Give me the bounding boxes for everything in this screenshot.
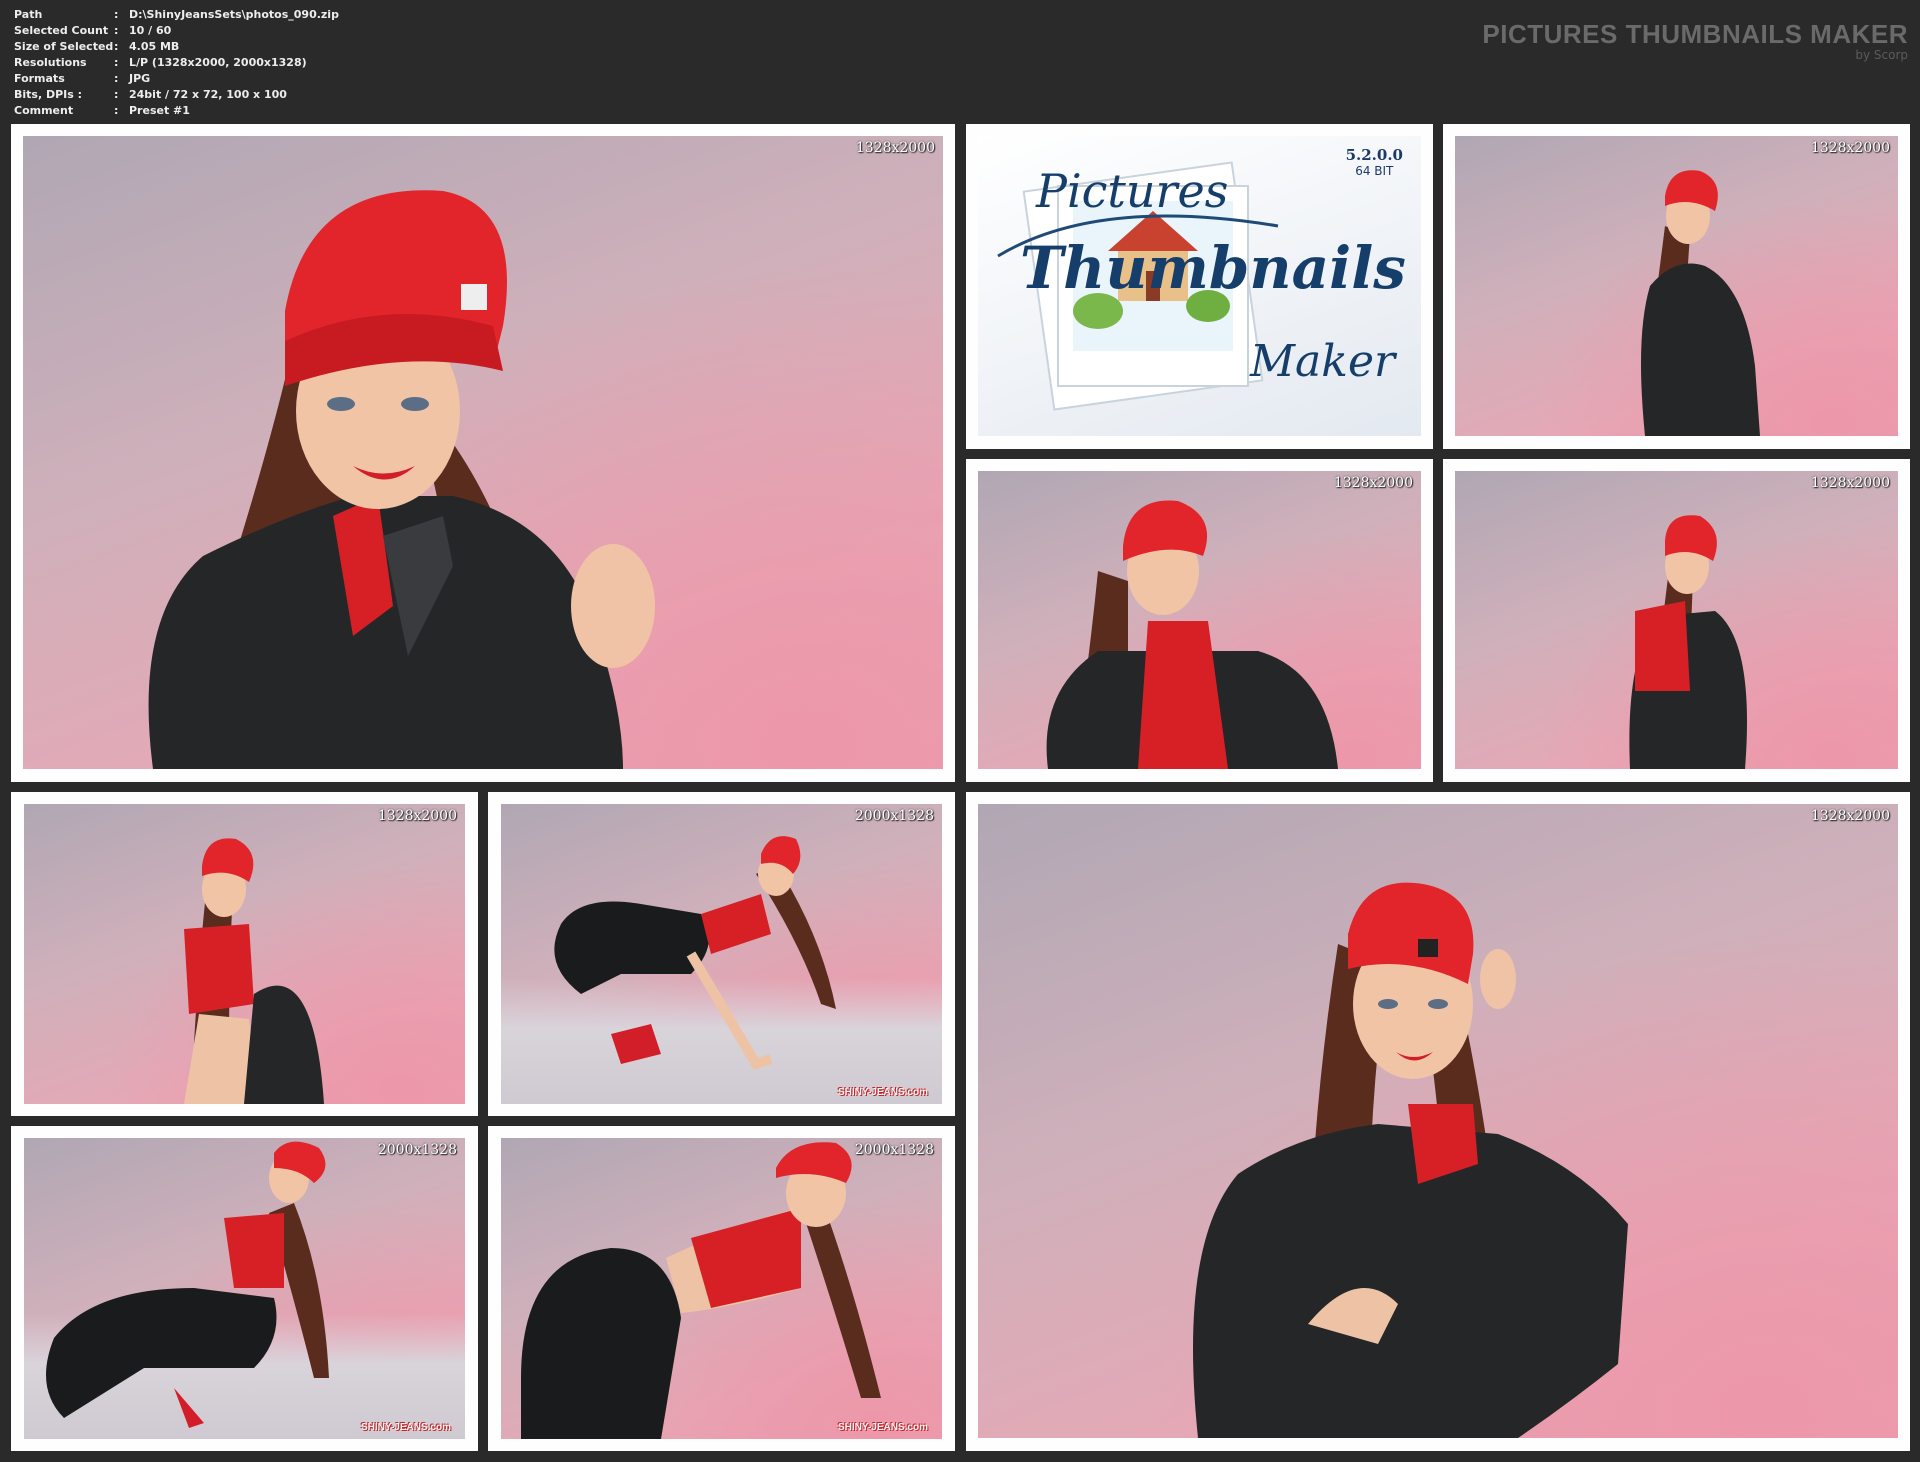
resolution-label: 1328x2000 xyxy=(855,140,935,156)
thumbnail-image: 1328x2000 xyxy=(23,136,943,769)
model-photo xyxy=(1046,500,1338,769)
info-row-selected-count: Selected Count : 10 / 60 xyxy=(14,23,339,39)
resolution-label: 2000x1328 xyxy=(377,1142,457,1158)
info-separator: : xyxy=(114,56,119,69)
thumbnail-image: 1328x2000 xyxy=(978,471,1421,769)
thumbnail-7[interactable]: 2000x1328 SHINY-JEANS.com xyxy=(11,1126,478,1451)
thumbnail-4[interactable]: 1328x2000 xyxy=(1443,459,1910,782)
model-photo xyxy=(184,838,324,1104)
thumbnail-5[interactable]: 1328x2000 xyxy=(11,792,478,1116)
resolution-label: 1328x2000 xyxy=(1333,475,1413,491)
info-separator: : xyxy=(114,24,119,37)
info-label: Bits, DPIs : xyxy=(14,88,83,101)
model-photo xyxy=(521,1142,881,1439)
info-row-size: Size of Selected : 4.05 MB xyxy=(14,39,339,55)
thumbnail-image: 1328x2000 xyxy=(1455,471,1898,769)
thumbnail-image: 1328x2000 xyxy=(24,804,465,1104)
logo-word-pictures: Pictures xyxy=(1036,164,1229,218)
model-photo xyxy=(1629,515,1747,769)
header-bar: Path : D:\ShinyJeansSets\photos_090.zip … xyxy=(0,0,1920,122)
resolution-label: 1328x2000 xyxy=(1810,475,1890,491)
model-photo xyxy=(1641,170,1760,436)
info-row-bits-dpis: Bits, DPIs : : 24bit / 72 x 72, 100 x 10… xyxy=(14,87,339,103)
info-separator: : xyxy=(114,104,119,117)
info-value: D:\ShinyJeansSets\photos_090.zip xyxy=(129,8,339,21)
thumbnail-2[interactable]: 1328x2000 xyxy=(1443,124,1910,449)
info-label: Formats xyxy=(14,72,65,85)
info-label: Resolutions xyxy=(14,56,87,69)
resolution-label: 1328x2000 xyxy=(377,808,457,824)
info-separator: : xyxy=(114,8,119,21)
model-photo xyxy=(46,1141,329,1428)
info-separator: : xyxy=(114,88,119,101)
info-separator: : xyxy=(114,72,119,85)
thumbnail-8[interactable]: 2000x1328 SHINY-JEANS.com xyxy=(488,1126,955,1451)
thumbnail-image: 1328x2000 xyxy=(978,804,1898,1438)
info-row-formats: Formats : JPG xyxy=(14,71,339,87)
thumbnail-3[interactable]: 1328x2000 xyxy=(966,459,1433,782)
model-photo xyxy=(554,836,836,1071)
info-label: Size of Selected xyxy=(14,40,114,53)
info-value: 10 / 60 xyxy=(129,24,172,37)
model-photo xyxy=(1193,882,1628,1438)
info-value: 24bit / 72 x 72, 100 x 100 xyxy=(129,88,287,101)
app-logo: Pictures Thumbnails Maker 5.2.0.0 64 BIT xyxy=(978,136,1421,436)
thumbnail-6[interactable]: 2000x1328 SHINY-JEANS.com xyxy=(488,792,955,1116)
info-separator: : xyxy=(114,40,119,53)
thumbnail-image: 2000x1328 SHINY-JEANS.com xyxy=(501,1138,942,1439)
watermark: SHINY-JEANS.com xyxy=(837,1087,928,1098)
info-label: Path xyxy=(14,8,43,21)
version-number: 5.2.0.0 xyxy=(1345,146,1403,164)
resolution-label: 2000x1328 xyxy=(854,1142,934,1158)
watermark: SHINY-JEANS.com xyxy=(837,1422,928,1433)
logo-word-thumbnails: Thumbnails xyxy=(1020,234,1406,302)
info-value: JPG xyxy=(129,72,151,85)
thumbnail-1[interactable]: 1328x2000 xyxy=(11,124,955,782)
info-row-comment: Comment : Preset #1 xyxy=(14,103,339,119)
brand-subtitle: by Scorp xyxy=(1855,48,1908,62)
info-value: 4.05 MB xyxy=(129,40,180,53)
thumbnail-image: 1328x2000 xyxy=(1455,136,1898,436)
info-label: Selected Count xyxy=(14,24,109,37)
version-badge: 5.2.0.0 64 BIT xyxy=(1346,146,1403,178)
model-photo xyxy=(148,190,655,769)
info-row-path: Path : D:\ShinyJeansSets\photos_090.zip xyxy=(14,7,339,23)
info-value: Preset #1 xyxy=(129,104,190,117)
resolution-label: 2000x1328 xyxy=(854,808,934,824)
info-row-resolutions: Resolutions : L/P (1328x2000, 2000x1328) xyxy=(14,55,339,71)
thumbnail-image: 2000x1328 SHINY-JEANS.com xyxy=(501,804,942,1104)
resolution-label: 1328x2000 xyxy=(1810,140,1890,156)
info-label: Comment xyxy=(14,104,74,117)
logo-word-maker: Maker xyxy=(1250,336,1396,387)
thumbnail-logo: Pictures Thumbnails Maker 5.2.0.0 64 BIT xyxy=(966,124,1433,449)
info-panel: Path : D:\ShinyJeansSets\photos_090.zip … xyxy=(14,7,339,119)
thumbnail-9[interactable]: 1328x2000 xyxy=(966,792,1910,1451)
resolution-label: 1328x2000 xyxy=(1810,808,1890,824)
thumbnail-image: 2000x1328 SHINY-JEANS.com xyxy=(24,1138,465,1439)
version-bits: 64 BIT xyxy=(1355,164,1394,178)
info-value: L/P (1328x2000, 2000x1328) xyxy=(129,56,307,69)
brand-title: PICTURES THUMBNAILS MAKER xyxy=(1482,19,1908,49)
watermark: SHINY-JEANS.com xyxy=(360,1422,451,1433)
brand-logo: PICTURES THUMBNAILS MAKER by Scorp xyxy=(1482,20,1908,62)
